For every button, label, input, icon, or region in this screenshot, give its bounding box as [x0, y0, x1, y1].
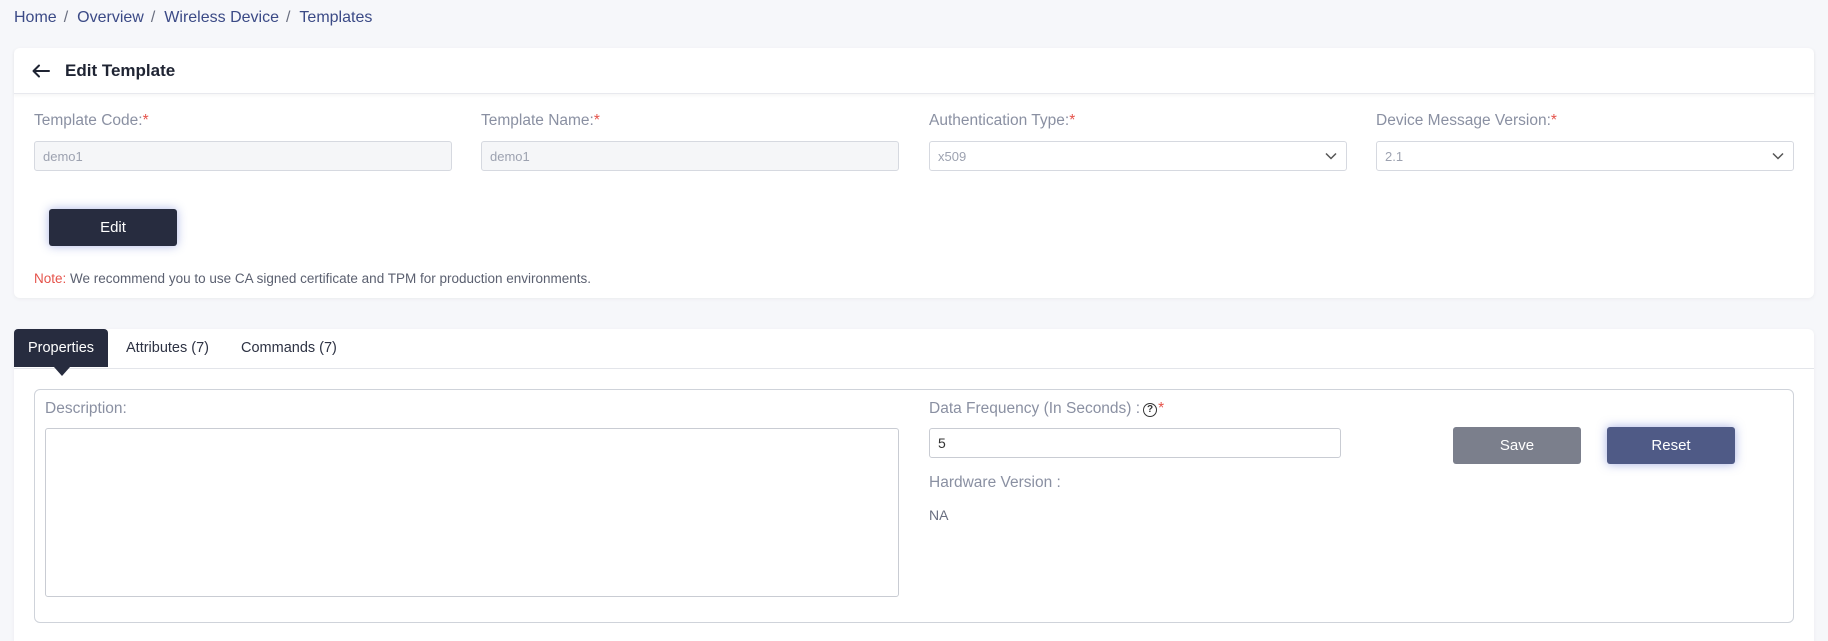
template-details-card: Properties Attributes (7) Commands (7) D… — [14, 329, 1814, 641]
authentication-type-select[interactable]: x509 — [929, 141, 1347, 171]
breadcrumb-wireless-device[interactable]: Wireless Device — [164, 9, 279, 27]
back-arrow-icon[interactable] — [31, 61, 51, 81]
tab-commands[interactable]: Commands (7) — [225, 329, 353, 367]
data-frequency-label-group: Data Frequency (In Seconds) :? * — [929, 400, 1164, 418]
template-name-input[interactable]: demo1 — [481, 141, 899, 171]
required-mark: * — [593, 112, 600, 129]
description-textarea[interactable] — [45, 428, 899, 597]
tab-attributes[interactable]: Attributes (7) — [110, 329, 225, 367]
edit-template-card: Edit Template Template Code:* demo1 Temp… — [14, 48, 1814, 298]
breadcrumb: Home / Overview / Wireless Device / Temp… — [14, 9, 372, 27]
device-message-version-field: Device Message Version:* — [1376, 112, 1557, 130]
description-label: Description: — [45, 400, 127, 417]
required-mark: * — [142, 112, 149, 129]
breadcrumb-overview[interactable]: Overview — [77, 9, 144, 27]
breadcrumb-separator: / — [150, 9, 156, 26]
hardware-version-label: Hardware Version : — [929, 474, 1061, 491]
template-name-label: Template Name: — [481, 112, 594, 129]
template-code-label: Template Code: — [34, 112, 143, 129]
breadcrumb-home[interactable]: Home — [14, 9, 57, 27]
device-message-version-label: Device Message Version: — [1376, 112, 1551, 129]
card-header: Edit Template — [14, 48, 1814, 94]
breadcrumb-separator: / — [285, 9, 291, 26]
page-title: Edit Template — [65, 60, 176, 80]
help-icon[interactable]: ? — [1143, 402, 1158, 417]
authentication-type-field: Authentication Type:* — [929, 112, 1075, 130]
reset-button[interactable]: Reset — [1607, 427, 1735, 464]
template-code-field: Template Code:* — [34, 112, 149, 130]
breadcrumb-templates[interactable]: Templates — [299, 9, 372, 27]
hardware-version-value: NA — [929, 507, 949, 523]
device-message-version-select[interactable]: 2.1 — [1376, 141, 1794, 171]
data-frequency-value: 5 — [938, 435, 946, 451]
note-message: We recommend you to use CA signed certif… — [66, 271, 592, 286]
required-mark: * — [1550, 112, 1557, 129]
tab-bar: Properties Attributes (7) Commands (7) — [14, 329, 1814, 376]
required-mark: * — [1158, 400, 1165, 417]
chevron-down-icon — [1325, 152, 1337, 160]
authentication-type-label: Authentication Type: — [929, 112, 1070, 129]
data-frequency-label: Data Frequency (In Seconds) : — [929, 400, 1141, 417]
required-mark: * — [1069, 112, 1076, 129]
device-message-version-value: 2.1 — [1385, 148, 1404, 164]
template-code-value: demo1 — [43, 148, 83, 164]
note-label: Note: — [34, 271, 67, 286]
chevron-down-icon — [1772, 152, 1784, 160]
breadcrumb-separator: / — [63, 9, 69, 26]
note-text: Note: We recommend you to use CA signed … — [34, 271, 591, 286]
edit-button[interactable]: Edit — [49, 209, 177, 246]
save-button[interactable]: Save — [1453, 427, 1581, 464]
properties-panel: Description: Data Frequency (In Seconds)… — [34, 389, 1794, 623]
authentication-type-value: x509 — [938, 148, 967, 164]
template-code-input[interactable]: demo1 — [34, 141, 452, 171]
template-name-field: Template Name:* — [481, 112, 600, 130]
template-name-value: demo1 — [490, 148, 530, 164]
data-frequency-input[interactable]: 5 — [929, 428, 1341, 458]
tab-properties[interactable]: Properties — [14, 329, 108, 376]
